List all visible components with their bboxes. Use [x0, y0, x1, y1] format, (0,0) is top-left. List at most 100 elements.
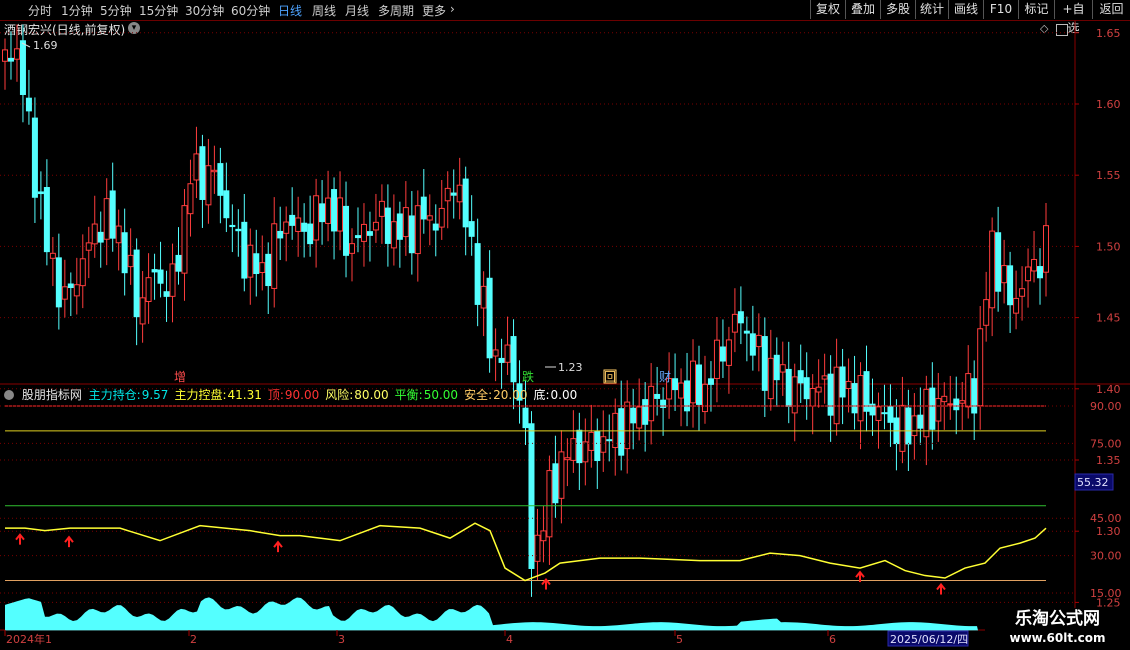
low-price-label: 1.23	[558, 361, 583, 374]
time-axis-label: 2024年1	[6, 632, 52, 646]
candle-body	[797, 370, 804, 384]
watermark: 乐淘公式网 www.60lt.com	[985, 608, 1130, 650]
time-axis-label: 5	[676, 633, 683, 646]
candle-body	[935, 398, 942, 422]
candle-body	[295, 217, 302, 232]
event-marker: 财	[659, 370, 671, 384]
candle-body	[420, 196, 427, 220]
candle-body	[450, 192, 457, 196]
candle-body	[265, 253, 272, 287]
ind-axis-label: 75.00	[1090, 437, 1122, 450]
candle-body	[857, 375, 864, 422]
candle-body	[163, 291, 170, 297]
candle-body	[349, 243, 355, 254]
candle-body	[25, 97, 32, 112]
candle-body	[13, 48, 20, 60]
candle-body	[205, 165, 212, 206]
candle-body	[947, 403, 954, 406]
cursor-date-label: 2025/06/12/四	[890, 633, 968, 646]
candle-body	[552, 463, 559, 504]
candle-body	[187, 183, 194, 215]
candle-body	[504, 344, 511, 363]
candle-body	[43, 187, 50, 253]
indicator-item-label: 主力持仓:	[88, 388, 141, 402]
candle-body	[953, 398, 960, 411]
candle-body	[1007, 265, 1014, 306]
candle-body	[642, 399, 649, 425]
candle-body	[941, 395, 948, 403]
candle-body	[169, 263, 176, 297]
watermark-url: www.60lt.com	[1009, 631, 1106, 645]
indicator-item-value: 90.00	[284, 388, 320, 402]
candle-body	[965, 373, 972, 408]
indicator-item-3: 风险:80.00	[325, 388, 391, 402]
candle-body	[791, 376, 798, 414]
candle-body	[109, 190, 116, 239]
candle-body	[301, 222, 308, 232]
ind-axis-label: 90.00	[1090, 400, 1122, 413]
candle-body	[725, 339, 732, 366]
price-axis-label: 1.50	[1096, 240, 1121, 253]
candle-body	[588, 431, 595, 451]
candle-body	[211, 169, 218, 173]
candle-body	[498, 357, 505, 363]
candle-body	[899, 404, 906, 452]
candle-body	[151, 269, 158, 273]
indicator-item-label: 安全:	[464, 388, 493, 402]
candle-body	[31, 117, 38, 198]
candle-body	[468, 221, 475, 237]
indicator-item-value: 0.00	[550, 388, 578, 402]
candle-body	[217, 163, 224, 196]
candle-body	[313, 195, 320, 241]
candle-body	[707, 378, 714, 385]
candle-body	[139, 297, 146, 325]
candle-body	[911, 415, 918, 437]
candle-body	[528, 423, 535, 569]
candle-body	[875, 406, 882, 421]
candle-body	[175, 254, 182, 272]
candle-body	[833, 366, 840, 425]
candle-body	[809, 387, 816, 407]
candle-body	[199, 146, 206, 200]
main-control-line	[5, 522, 1047, 582]
candle-body	[61, 286, 68, 300]
candle-body	[121, 232, 128, 274]
candle-body	[989, 230, 996, 309]
indicator-item-2: 顶:90.00	[268, 388, 322, 402]
candle-body	[426, 215, 433, 221]
candle-body	[803, 377, 810, 400]
kline-chart-area[interactable]: 1.651.601.551.501.451.401.351.301.25 1.6…	[0, 0, 1130, 650]
candle-body	[271, 223, 278, 289]
candle-body	[414, 205, 421, 255]
candle-body	[690, 360, 697, 404]
candle-body	[378, 200, 385, 217]
candle-body	[384, 207, 391, 244]
candle-body	[277, 230, 284, 239]
candle-body	[103, 198, 110, 240]
indicator-item-6: 底:0.00	[533, 388, 580, 402]
candle-body	[474, 243, 481, 305]
candle-body	[534, 534, 541, 562]
candle-body	[582, 441, 589, 463]
candle-body	[319, 203, 326, 223]
candle-body	[49, 252, 56, 259]
candle-body	[827, 373, 834, 416]
candle-body	[456, 184, 463, 203]
indicator-item-5: 安全:20.00	[464, 388, 530, 402]
candle-body	[959, 400, 966, 404]
candle-body	[2, 49, 8, 62]
candle-body	[648, 385, 655, 422]
candle-body	[1025, 266, 1032, 282]
candle-body	[618, 408, 625, 456]
indicator-toggle-icon[interactable]	[4, 390, 14, 400]
candle-body	[259, 262, 266, 273]
candle-body	[133, 249, 140, 318]
candle-body	[600, 436, 607, 453]
candle-body	[929, 387, 936, 430]
candle-body	[564, 457, 571, 461]
candle-body	[127, 254, 134, 268]
candle-body	[289, 214, 296, 226]
indicator-item-4: 平衡:50.00	[395, 388, 461, 402]
candle-body	[624, 401, 631, 450]
candle-body	[546, 470, 553, 538]
